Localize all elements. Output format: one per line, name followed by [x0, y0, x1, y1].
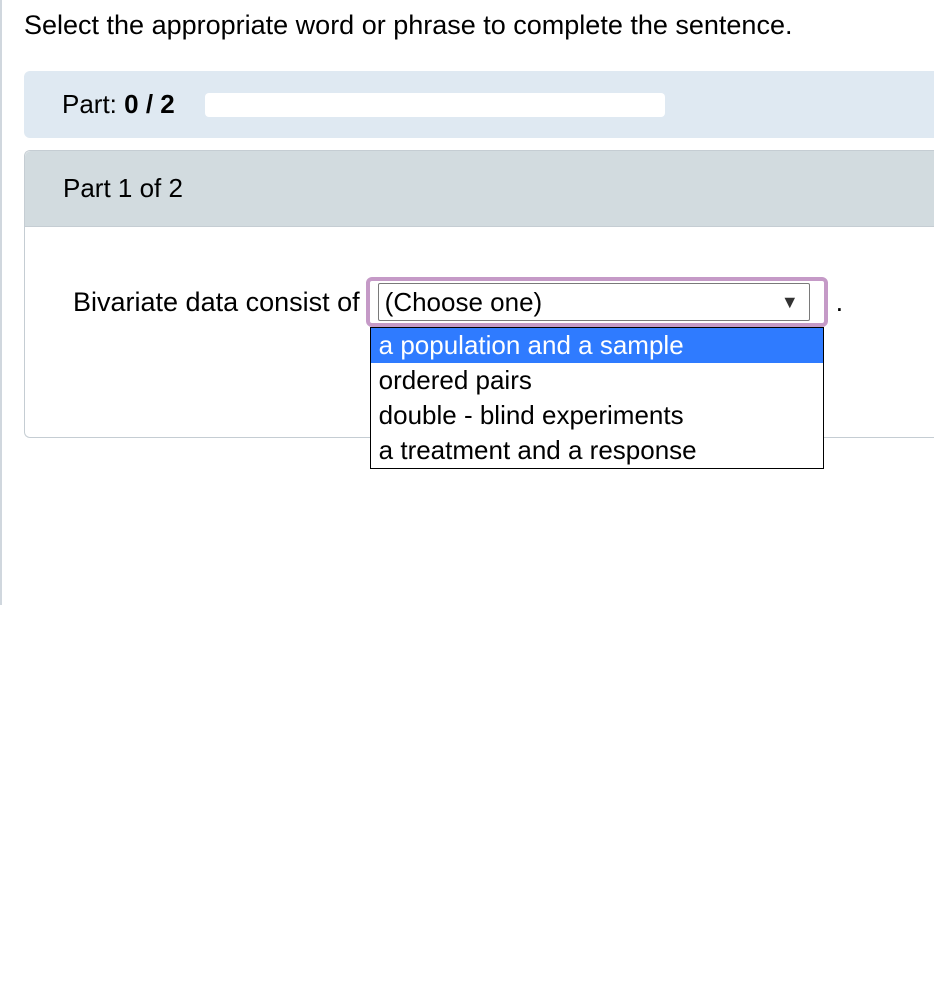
progress-label: Part: 0 / 2: [62, 89, 175, 120]
question-container: Select the appropriate word or phrase to…: [0, 0, 934, 605]
chevron-down-icon: ▼: [781, 292, 799, 313]
dropdown-placeholder: (Choose one): [385, 287, 543, 318]
part-section: Part 1 of 2 Bivariate data consist of (C…: [24, 150, 934, 438]
sentence-trailing: .: [836, 287, 844, 318]
progress-completed: 0: [124, 89, 138, 119]
progress-separator: /: [139, 89, 161, 119]
dropdown-wrapper: (Choose one) ▼ a population and a sample…: [366, 277, 828, 327]
progress-section: Part: 0 / 2: [24, 71, 934, 138]
dropdown-option[interactable]: a population and a sample: [371, 328, 823, 363]
dropdown-option[interactable]: a treatment and a response: [371, 433, 823, 468]
instruction-text: Select the appropriate word or phrase to…: [2, 10, 934, 71]
dropdown-option[interactable]: ordered pairs: [371, 363, 823, 398]
part-body: Bivariate data consist of (Choose one) ▼…: [25, 227, 934, 437]
dropdown-inner: (Choose one) ▼: [378, 283, 810, 321]
progress-prefix: Part:: [62, 89, 124, 119]
part-header: Part 1 of 2: [25, 151, 934, 227]
dropdown-option[interactable]: double - blind experiments: [371, 398, 823, 433]
progress-total: 2: [160, 89, 174, 119]
progress-track: [205, 93, 665, 117]
sentence-row: Bivariate data consist of (Choose one) ▼…: [73, 277, 934, 327]
sentence-prefix: Bivariate data consist of: [73, 287, 360, 318]
answer-dropdown[interactable]: (Choose one) ▼: [366, 277, 828, 327]
dropdown-options-list: a population and a sample ordered pairs …: [370, 327, 824, 469]
